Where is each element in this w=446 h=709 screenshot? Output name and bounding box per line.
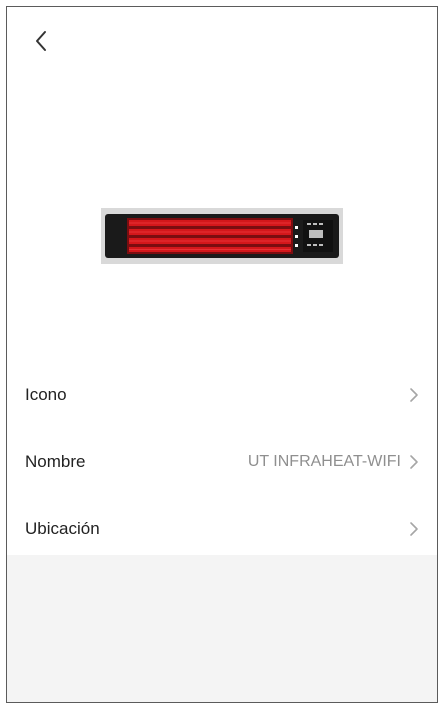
- chevron-left-icon: [36, 31, 46, 51]
- settings-row-ubicacion[interactable]: Ubicación: [7, 496, 437, 562]
- settings-panel: Icono Nombre UT INFRAHEAT-WIFI Ubicación: [7, 7, 437, 555]
- row-label-ubicacion: Ubicación: [25, 519, 100, 538]
- row-right-nombre: UT INFRAHEAT-WIFI: [248, 453, 419, 471]
- infrared-heater-image: [101, 208, 343, 264]
- row-value-nombre: UT INFRAHEAT-WIFI: [247, 453, 401, 470]
- settings-row-icono[interactable]: Icono: [7, 362, 437, 428]
- chevron-right-icon: [410, 388, 418, 402]
- empty-footer-area: [7, 555, 437, 702]
- row-right-icono: [401, 387, 419, 403]
- chevron-right-icon: [410, 522, 418, 536]
- settings-row-nombre[interactable]: Nombre UT INFRAHEAT-WIFI: [7, 429, 437, 495]
- row-right-ubicacion: [401, 521, 419, 537]
- device-settings-screen: Icono Nombre UT INFRAHEAT-WIFI Ubicación: [6, 6, 438, 703]
- back-button[interactable]: [27, 25, 55, 57]
- chevron-right-icon: [410, 455, 418, 469]
- row-label-nombre: Nombre: [25, 452, 86, 471]
- row-label-icono: Icono: [25, 385, 67, 404]
